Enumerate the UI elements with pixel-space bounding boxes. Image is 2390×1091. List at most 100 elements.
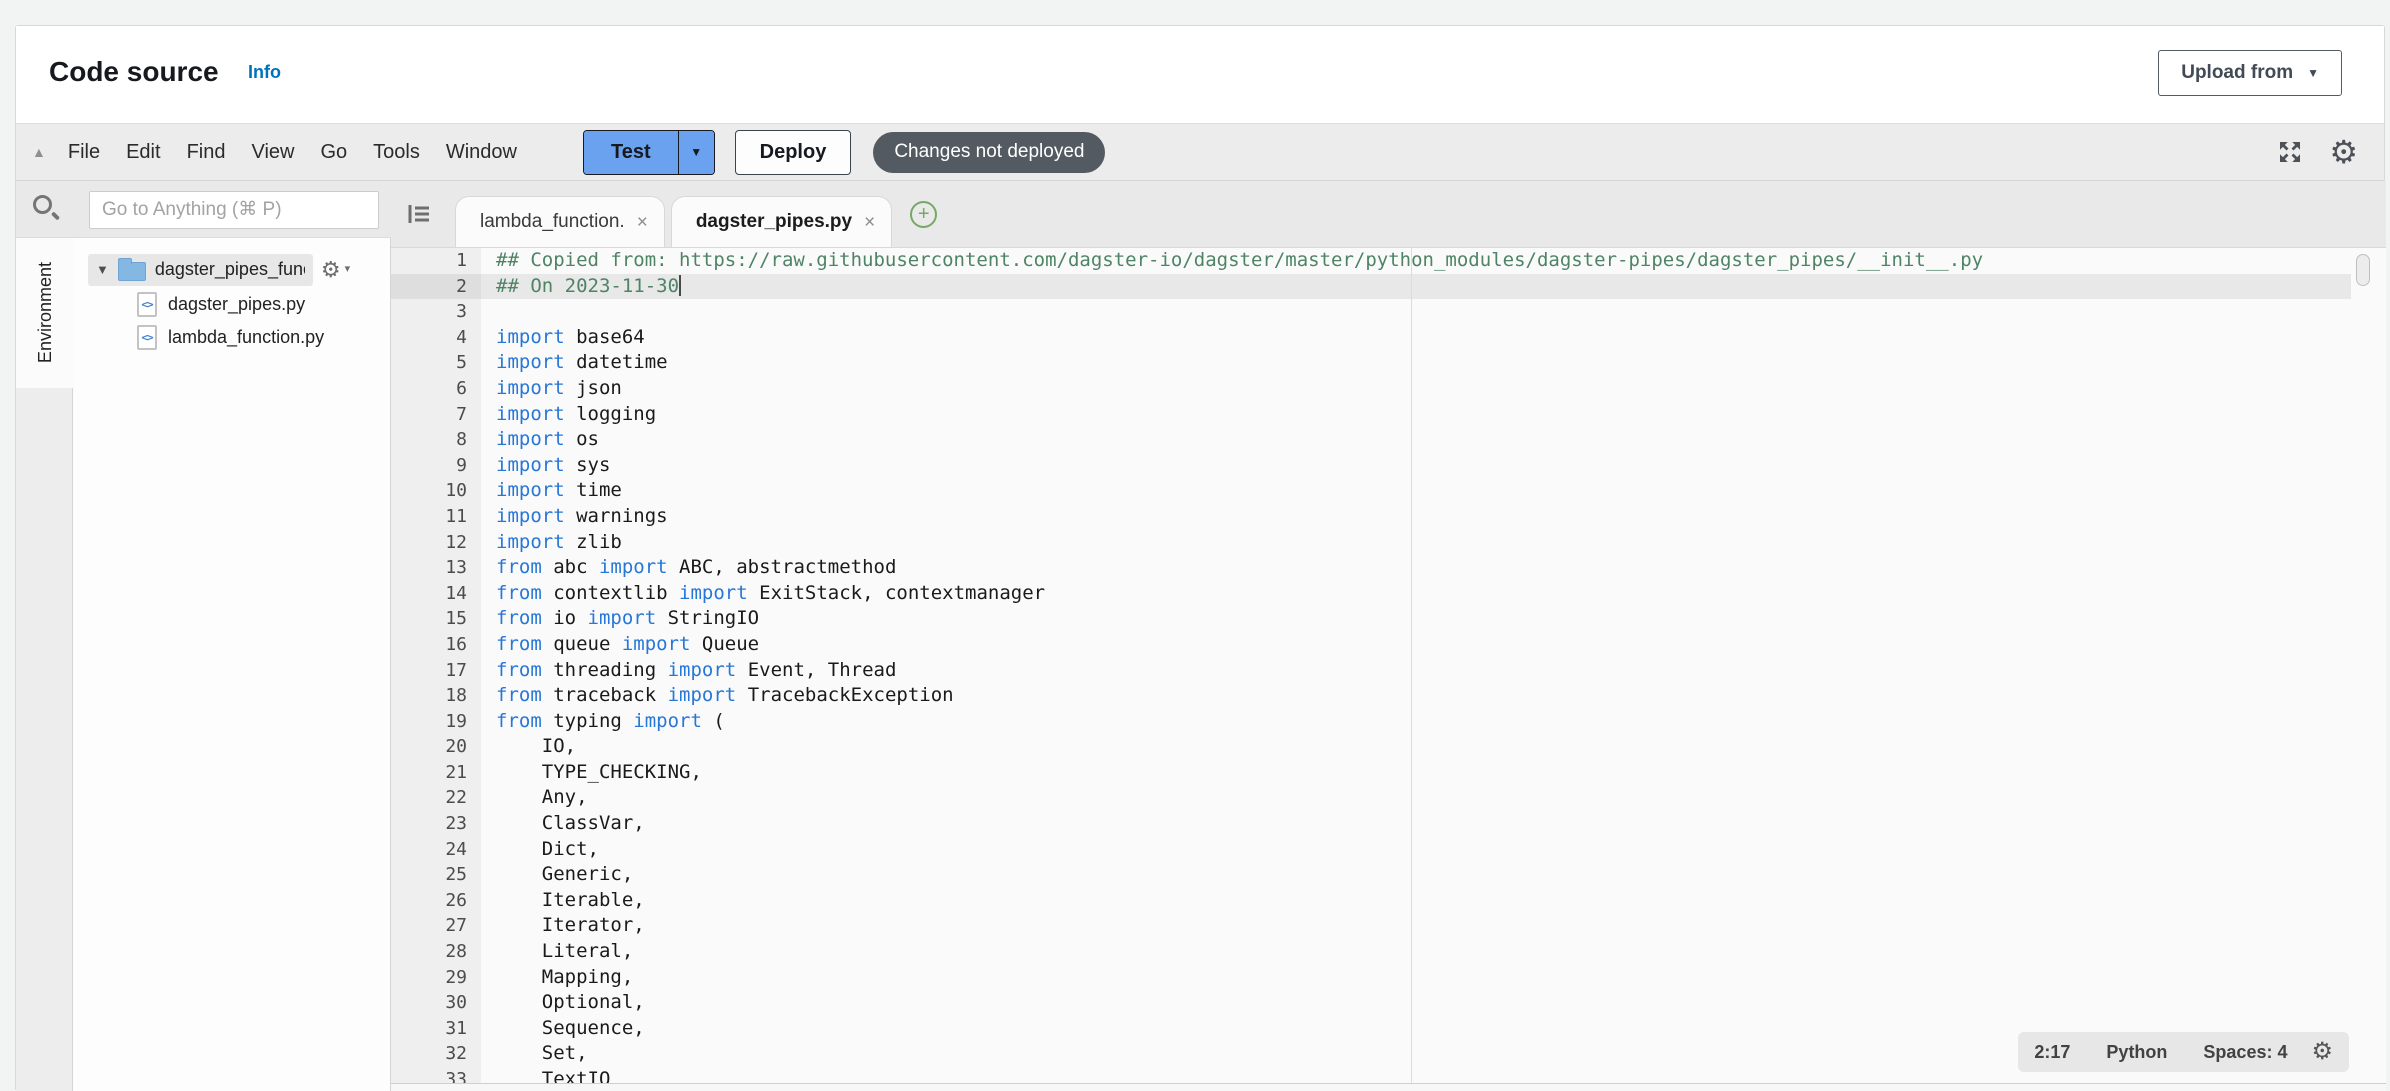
goto-anything-input[interactable]	[89, 191, 379, 229]
test-button[interactable]: Test	[584, 131, 678, 174]
code-line: ## Copied from: https://raw.githubuserco…	[481, 248, 2386, 274]
upload-from-button[interactable]: Upload from ▼	[2158, 50, 2342, 96]
line-number: 8	[391, 427, 481, 453]
line-number: 3	[391, 299, 481, 325]
line-number: 2	[391, 274, 481, 300]
line-number: 11	[391, 504, 481, 530]
menu-items: File Edit Find View Go Tools Window	[68, 141, 543, 164]
menu-item-find[interactable]: Find	[187, 141, 226, 164]
settings-gear-icon[interactable]: ⚙	[2329, 136, 2358, 168]
cursor-position[interactable]: 2:17	[2034, 1042, 2070, 1063]
line-number: 27	[391, 913, 481, 939]
line-number: 24	[391, 837, 481, 863]
chevron-down-icon: ▾	[345, 264, 351, 275]
menu-item-tools[interactable]: Tools	[373, 141, 420, 164]
panel-header: Code source Info Upload from ▼	[16, 26, 2384, 123]
code-line: from contextlib import ExitStack, contex…	[481, 581, 2386, 607]
code-line: Dict,	[481, 837, 2386, 863]
tab-list-icon[interactable]	[405, 201, 433, 227]
editor-column: lambda_function.×dagster_pipes.py× + 123…	[391, 181, 2386, 1091]
menu-item-view[interactable]: View	[251, 141, 294, 164]
code-line: ## On 2023-11-30	[481, 274, 2386, 300]
collapse-pane-icon[interactable]: ▲	[32, 144, 46, 160]
code-line: from abc import ABC, abstractmethod	[481, 555, 2386, 581]
code-line: Iterable,	[481, 888, 2386, 914]
statusbar-gear-icon[interactable]: ⚙	[2311, 1040, 2333, 1064]
line-number: 5	[391, 350, 481, 376]
python-file-icon: <>	[137, 325, 157, 350]
chevron-down-icon: ▼	[2307, 67, 2319, 79]
code-line: import datetime	[481, 350, 2386, 376]
language-mode[interactable]: Python	[2106, 1042, 2167, 1063]
line-number: 9	[391, 453, 481, 479]
vertical-scrollbar-thumb[interactable]	[2356, 254, 2370, 286]
folder-label[interactable]: ▼ dagster_pipes_funct	[88, 254, 313, 286]
code-text-area[interactable]: ## Copied from: https://raw.githubuserco…	[481, 248, 2386, 1083]
info-link[interactable]: Info	[248, 62, 281, 83]
line-number: 31	[391, 1016, 481, 1042]
line-number: 6	[391, 376, 481, 402]
close-tab-icon[interactable]: ×	[637, 213, 648, 232]
text-cursor	[679, 275, 681, 296]
environment-label: Environment	[35, 262, 56, 363]
new-tab-button[interactable]: +	[910, 201, 937, 228]
upload-from-label: Upload from	[2181, 62, 2293, 84]
test-dropdown-button[interactable]: ▼	[678, 131, 714, 174]
code-line: from io import StringIO	[481, 606, 2386, 632]
code-line: Mapping,	[481, 965, 2386, 991]
deploy-button[interactable]: Deploy	[735, 130, 852, 175]
code-line: from threading import Event, Thread	[481, 658, 2386, 684]
search-icon[interactable]	[33, 195, 52, 214]
tree-file-row[interactable]: <> lambda_function.py	[74, 321, 390, 354]
line-number: 21	[391, 760, 481, 786]
code-line: import json	[481, 376, 2386, 402]
menu-item-go[interactable]: Go	[320, 141, 347, 164]
changes-status-badge: Changes not deployed	[873, 132, 1105, 173]
disclosure-triangle-icon[interactable]: ▼	[96, 262, 109, 277]
editor-statusbar: 2:17 Python Spaces: 4 ⚙	[2018, 1032, 2349, 1072]
line-number: 32	[391, 1041, 481, 1067]
close-tab-icon[interactable]: ×	[864, 213, 875, 232]
tree-files: <>dagster_pipes.py <> lambda_function.py	[74, 288, 390, 354]
code-line: import time	[481, 478, 2386, 504]
line-number: 1	[391, 248, 481, 274]
line-number: 10	[391, 478, 481, 504]
page-title: Code source	[49, 56, 219, 88]
line-number: 25	[391, 862, 481, 888]
line-number: 12	[391, 530, 481, 556]
tab-bar: lambda_function.×dagster_pipes.py× +	[391, 181, 2386, 248]
line-number-gutter: 1234567891011121314151617181920212223242…	[391, 248, 481, 1083]
file-name: lambda_function.py	[168, 327, 324, 348]
chevron-down-icon: ▼	[690, 145, 702, 159]
menubar-right-icons: ⚙	[2275, 136, 2358, 168]
left-panel: Environment ▼ dagster_pipes_funct ⚙ ▾ <>…	[16, 181, 391, 1091]
folder-name: dagster_pipes_funct	[155, 259, 305, 280]
code-line: from typing import (	[481, 709, 2386, 735]
line-number: 4	[391, 325, 481, 351]
code-line: import zlib	[481, 530, 2386, 556]
editor-tab-lambda_function[interactable]: lambda_function.×	[455, 196, 665, 247]
code-line	[481, 299, 2386, 325]
environment-tab[interactable]: Environment	[16, 238, 74, 388]
menu-item-file[interactable]: File	[68, 141, 100, 164]
code-line: Generic,	[481, 862, 2386, 888]
editor-tab-dagster_pipespy[interactable]: dagster_pipes.py×	[671, 196, 892, 247]
tree-file-row[interactable]: <>dagster_pipes.py	[74, 288, 390, 321]
indent-setting[interactable]: Spaces: 4	[2203, 1042, 2287, 1063]
code-line: from queue import Queue	[481, 632, 2386, 658]
code-editor[interactable]: 1234567891011121314151617181920212223242…	[391, 248, 2386, 1083]
code-line: import warnings	[481, 504, 2386, 530]
line-number: 13	[391, 555, 481, 581]
line-number: 23	[391, 811, 481, 837]
fullscreen-icon[interactable]	[2275, 137, 2305, 167]
menu-item-window[interactable]: Window	[446, 141, 517, 164]
line-number: 16	[391, 632, 481, 658]
tree-folder-row[interactable]: ▼ dagster_pipes_funct ⚙ ▾	[74, 251, 390, 288]
menu-item-edit[interactable]: Edit	[126, 141, 160, 164]
code-line: Literal,	[481, 939, 2386, 965]
environment-strip: Environment	[16, 238, 73, 1091]
tree-settings-button[interactable]: ⚙ ▾	[321, 259, 350, 281]
line-number: 26	[391, 888, 481, 914]
line-number: 19	[391, 709, 481, 735]
folder-icon	[118, 262, 146, 281]
